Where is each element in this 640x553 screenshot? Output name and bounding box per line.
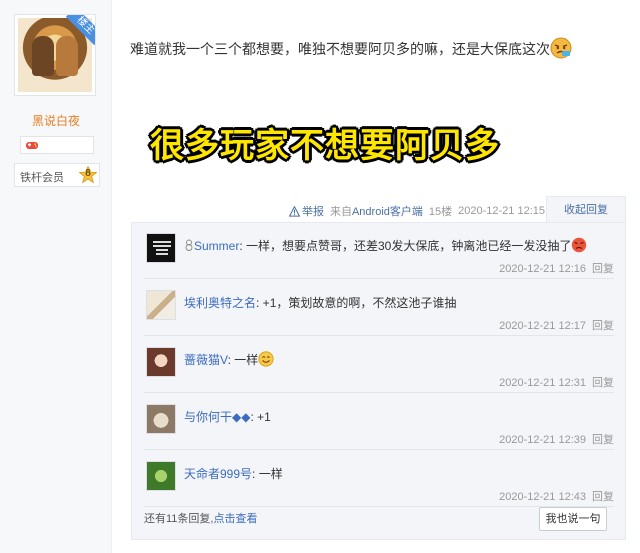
reply-text: 天命者999号: 一样 xyxy=(184,465,283,482)
reply-username[interactable]: 天命者999号 xyxy=(184,467,252,481)
reply-content: : +1 xyxy=(250,410,271,424)
post-meta: 举报 来自Android客户端 15楼 2020-12-21 12:15 xyxy=(288,203,545,219)
reply-text: 与你何干◆◆: +1 xyxy=(184,408,271,425)
reply-button[interactable]: 回复 xyxy=(592,491,614,503)
reply-time: 2020-12-21 12:31 xyxy=(499,377,586,389)
reply-avatar[interactable] xyxy=(146,290,176,320)
reply-text: Summer: 一样，想要点赞哥，还差30发大保底，钟离池已经一发没抽了 xyxy=(184,237,587,254)
reply-content: : 一样，想要点赞哥，还差30发大保底，钟离池已经一发没抽了 xyxy=(239,239,572,253)
reply-content: : 一样 xyxy=(252,467,283,481)
rank-level: 8 xyxy=(85,168,91,179)
reply-username[interactable]: Summer xyxy=(194,239,239,253)
view-more-link[interactable]: 点击查看 xyxy=(213,513,257,525)
reply-text: 埃利奥特之名: +1，策划故意的啊，不然这池子谁抽 xyxy=(184,294,456,311)
angry-face-emoji-icon xyxy=(572,237,587,253)
reply-avatar[interactable] xyxy=(146,233,176,263)
report-label: 举报 xyxy=(301,206,324,218)
reply-username[interactable]: 埃利奥特之名 xyxy=(184,296,256,310)
reply-avatar[interactable] xyxy=(146,461,176,491)
author-avatar[interactable]: 楼主 xyxy=(14,14,96,96)
reply-meta: 2020-12-21 12:43 回复 xyxy=(499,488,614,504)
author-sidebar: 楼主 黑说白夜 铁杆会员 8 xyxy=(0,0,112,553)
smile-emoji-icon xyxy=(258,351,274,367)
reply-time: 2020-12-21 12:43 xyxy=(499,491,586,503)
from-label: 来自Android客户端 xyxy=(330,203,423,219)
reply-button[interactable]: 回复 xyxy=(592,263,614,275)
more-replies: 还有11条回复,点击查看 xyxy=(144,510,257,526)
reply-time: 2020-12-21 12:16 xyxy=(499,263,586,275)
reply-item: Summer: 一样，想要点赞哥，还差30发大保底，钟离池已经一发没抽了 202… xyxy=(144,223,614,279)
more-replies-count: 还有11条回复, xyxy=(144,513,214,525)
reply-avatar[interactable] xyxy=(146,347,176,377)
the-last-of-us-logo-icon xyxy=(147,234,175,262)
reply-content: : 一样 xyxy=(227,353,259,367)
reply-avatar[interactable] xyxy=(146,404,176,434)
reply-button[interactable]: 回复 xyxy=(592,377,614,389)
reply-content: : +1，策划故意的啊，不然这池子谁抽 xyxy=(256,296,457,310)
reply-item: 天命者999号: 一样 2020-12-21 12:43 回复 xyxy=(144,451,614,507)
owner-badge: 楼主 xyxy=(65,15,95,46)
post-banner-text: 很多玩家不想要阿贝多 xyxy=(150,126,500,166)
reply-text: 蔷薇猫V: 一样 xyxy=(184,351,274,368)
reply-meta: 2020-12-21 12:31 回复 xyxy=(499,374,614,390)
device-link[interactable]: Android客户端 xyxy=(352,206,423,218)
warning-icon xyxy=(288,205,300,217)
floor-number: 15楼 xyxy=(428,206,453,218)
reply-meta: 2020-12-21 12:16 回复 xyxy=(499,260,614,276)
snowman-icon xyxy=(185,239,193,251)
angry-emoji-icon xyxy=(550,37,572,59)
reply-meta: 2020-12-21 12:17 回复 xyxy=(499,317,614,333)
reply-item: 埃利奥特之名: +1，策划故意的啊，不然这池子谁抽 2020-12-21 12:… xyxy=(144,280,614,336)
rank-label: 铁杆会员 xyxy=(20,172,64,184)
reply-compose-button[interactable]: 我也说一句 xyxy=(539,507,607,531)
reply-time: 2020-12-21 12:39 xyxy=(499,434,586,446)
reply-username[interactable]: 与你何干◆◆ xyxy=(184,410,250,424)
game-controller-icon xyxy=(26,142,38,149)
post-time: 2020-12-21 12:15 xyxy=(458,205,545,217)
author-username[interactable]: 黑说白夜 xyxy=(0,112,112,129)
reply-button[interactable]: 回复 xyxy=(592,320,614,332)
medal-box xyxy=(20,136,94,154)
reply-item: 与你何干◆◆: +1 2020-12-21 12:39 回复 xyxy=(144,394,614,450)
report-link[interactable]: 举报 xyxy=(288,203,324,219)
reply-meta: 2020-12-21 12:39 回复 xyxy=(499,431,614,447)
owner-ribbon-wrap: 楼主 xyxy=(55,15,95,55)
reply-list: Summer: 一样，想要点赞哥，还差30发大保底，钟离池已经一发没抽了 202… xyxy=(131,222,626,540)
collapse-replies-button[interactable]: 收起回复 xyxy=(546,196,626,222)
member-rank[interactable]: 铁杆会员 8 xyxy=(14,163,100,187)
reply-time: 2020-12-21 12:17 xyxy=(499,320,586,332)
reply-item: 蔷薇猫V: 一样 2020-12-21 12:31 回复 xyxy=(144,337,614,393)
post-text: 难道就我一个三个都想要，唯独不想要阿贝多的嘛，还是大保底这次 xyxy=(130,41,550,57)
reply-username[interactable]: 蔷薇猫V xyxy=(184,353,228,367)
post-content: 难道就我一个三个都想要，唯独不想要阿贝多的嘛，还是大保底这次 xyxy=(130,37,572,59)
reply-button[interactable]: 回复 xyxy=(592,434,614,446)
from-prefix: 来自 xyxy=(329,206,352,218)
